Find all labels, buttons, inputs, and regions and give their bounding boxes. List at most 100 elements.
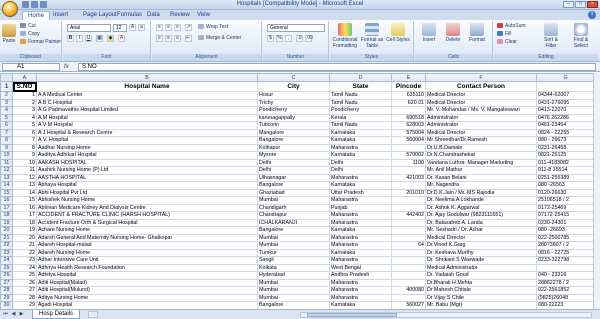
cell[interactable]: Adarsh Hospital-malad [36,241,258,250]
cell[interactable]: 560004 [391,136,426,145]
cell[interactable] [391,196,426,205]
cell[interactable]: ICHALKARANJI [257,218,330,227]
cell[interactable]: Dr. Yadaiah Goud [425,271,537,280]
cell[interactable]: A A Medical Center [36,91,258,100]
row-header[interactable]: 15 [0,188,13,197]
cell[interactable]: 628003 [391,121,426,130]
cell[interactable]: 14 [12,188,37,197]
cell[interactable]: Dr. Ashok K. Aggarwal [425,203,537,212]
cell[interactable]: Maharastra [329,241,392,250]
increase-decimal-icon[interactable]: .0 [296,35,303,42]
cell[interactable]: 0476 262286 [536,113,595,122]
cell[interactable]: Maharastra [329,256,392,265]
cell[interactable]: 080-22223 [536,301,595,309]
fx-icon[interactable]: fx [64,63,76,71]
cell[interactable]: Dr.N.Chandrashekar [425,151,537,160]
cell[interactable] [536,263,595,272]
cell[interactable]: Bangalore [257,301,330,309]
cell[interactable]: Bangalore [257,181,330,190]
shrink-font-icon[interactable]: a [138,24,145,31]
cell[interactable]: Pincode [391,81,426,92]
cell[interactable] [391,248,426,257]
cell[interactable]: 0821-25125 [536,151,595,160]
cell[interactable]: 22 [12,248,37,257]
cell[interactable]: A G Padmavathis Hospital Limited [36,106,258,115]
column-header[interactable]: E [391,73,426,82]
autosum-button[interactable]: AutoSum [497,23,526,30]
cell[interactable]: Medical Director [425,128,537,137]
cell[interactable]: 4 [12,113,37,122]
row-header[interactable]: 8 [0,136,13,145]
cell[interactable]: 0251-255389 [536,173,595,182]
format-as-table-button[interactable]: Format as Table [360,23,384,49]
cell[interactable]: Dr.Vinod K.Garg [425,241,537,250]
cell[interactable] [391,278,426,287]
cell[interactable]: Administrator [425,113,537,122]
cell[interactable]: Abhaya Hospital [36,181,258,190]
cell[interactable]: Pondicherry [257,106,330,115]
cell[interactable]: Maharastra [329,143,392,152]
row-header[interactable]: 20 [0,226,13,235]
cell[interactable]: Medical Director [425,233,537,242]
cell[interactable]: Mumbai [257,241,330,250]
cell[interactable]: 0230-24301 [536,218,595,227]
cell[interactable]: Mr.Shreedhar/Dr.Ramesh [425,136,537,145]
tab-data[interactable]: Data [142,11,165,20]
cell[interactable]: 21 [12,241,37,250]
tab-home[interactable]: Home [22,11,51,20]
number-format-select[interactable]: General [267,24,325,32]
cell[interactable]: Kolhapur [257,143,330,152]
cell[interactable]: Bangalore [257,226,330,235]
cell[interactable]: Sangli [257,256,330,265]
cell[interactable]: 18 [12,218,37,227]
help-icon[interactable]: ? [588,11,596,19]
cell[interactable]: Maharastra [329,196,392,205]
cell[interactable]: Chandrapur [257,211,330,220]
cell[interactable]: Tumkur [257,248,330,257]
tab-review[interactable]: Review [165,11,195,20]
cell[interactable]: Mumbai [257,278,330,287]
cell[interactable]: Bangalore [257,136,330,145]
insert-cells-button[interactable]: Insert [419,23,439,43]
cell[interactable]: Vandana Luthra- Manager Marketing [425,158,537,167]
cell[interactable]: Aaditya Adhikari Hospital [36,151,258,160]
column-header[interactable]: F [425,73,537,82]
cell[interactable]: Adhar Intensive Care Unit [36,256,258,265]
format-painter-button[interactable]: Format Painter [20,39,61,46]
cell[interactable]: Dr Mahesh Chitale [425,286,537,295]
cell[interactable]: 19 [12,226,37,235]
format-cells-button[interactable]: Format [467,23,487,43]
cell[interactable]: State [329,81,392,92]
cell[interactable]: A B C Hospital [36,98,258,107]
cell[interactable]: Hospital Name [36,81,258,92]
align-left-icon[interactable]: ≡ [156,35,163,42]
cell[interactable]: Ghaziabad [257,188,330,197]
cell[interactable]: 400080 [391,286,426,295]
cell[interactable]: Contact Person [425,81,537,92]
cell[interactable]: AASTHA HOSPITAL [36,173,258,182]
row-header[interactable]: 9 [0,143,13,152]
cell[interactable]: Dr. Ajay Godulwar (9823111651) [425,211,537,220]
cell[interactable]: Tamil Nadu [329,98,392,107]
cell[interactable]: Karnataka [329,226,392,235]
cell[interactable]: 24 [12,263,37,272]
cell[interactable]: 28882278 / 2 [536,278,595,287]
cell[interactable]: 011-8 15514 [536,166,595,175]
row-header[interactable]: 30 [0,301,13,309]
cell[interactable]: 26 [12,278,37,287]
grow-font-icon[interactable]: A [129,24,136,31]
italic-icon[interactable]: I [76,35,83,42]
cell[interactable]: Dr.Bharati H.Mehta [425,278,537,287]
cell[interactable] [391,226,426,235]
cell[interactable]: A J Hospital & Research Centre [36,128,258,137]
cell[interactable]: 201010 [391,188,426,197]
cell[interactable]: 0120-26630 [536,188,595,197]
decrease-indent-icon[interactable]: ⇤ [185,35,192,42]
row-header[interactable]: 19 [0,218,13,227]
cell[interactable]: Karnataka [329,128,392,137]
cell[interactable]: Accident Fracture Orth & Surgical Hospit… [36,218,258,227]
cell[interactable]: Medical Administrator [425,263,537,272]
cell[interactable]: karunagappally [257,113,330,122]
cell[interactable]: Mysore [257,151,330,160]
row-header[interactable]: 28 [0,286,13,295]
